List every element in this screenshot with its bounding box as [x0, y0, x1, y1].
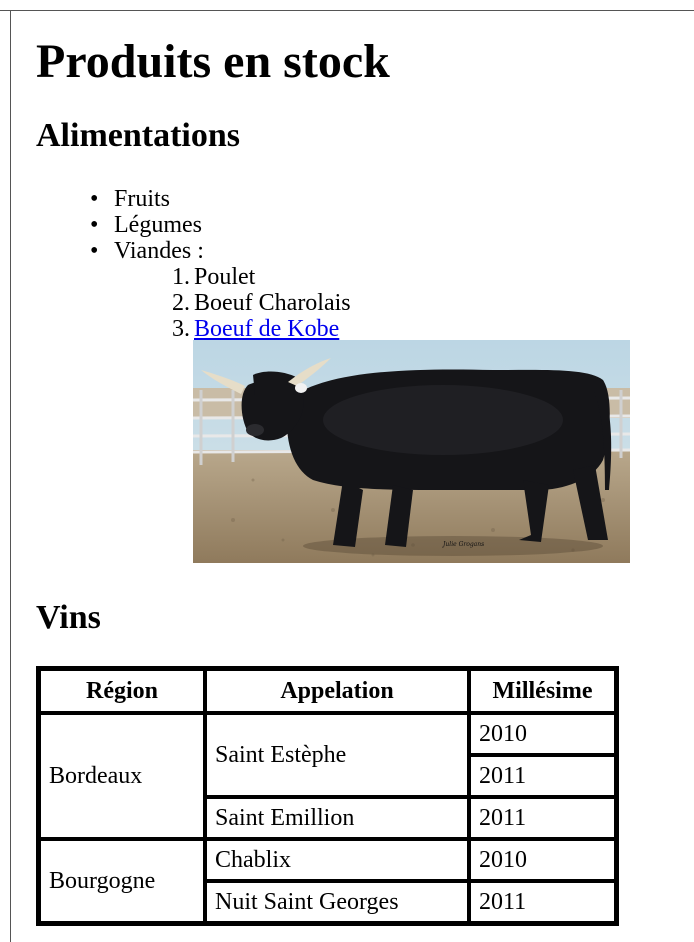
list-item-label: Légumes	[114, 212, 202, 238]
list-item-fruits: Fruits	[90, 186, 351, 212]
list-item-viandes: Viandes : 1.Poulet 2.Boeuf Charolais 3.B…	[90, 238, 351, 342]
bull-illustration: Julie Grogans	[193, 340, 630, 563]
section-title-vins: Vins	[36, 599, 101, 636]
cell-region: Bordeaux	[39, 713, 205, 839]
list-item-label: Viandes :	[114, 238, 204, 264]
cell-appelation: Saint Estèphe	[205, 713, 469, 797]
meat-item-charolais: 2. Boeuf Charolais	[114, 290, 351, 316]
header-millesime: Millésime	[469, 669, 616, 713]
cell-millesime: 2010	[469, 713, 616, 755]
list-item-legumes: Légumes	[90, 212, 351, 238]
page-title: Produits en stock	[36, 35, 390, 88]
meat-list: 1. Poulet 2. Boeuf Charolais 3. Boeuf de Ko…	[114, 264, 351, 342]
header-region: Région	[39, 669, 205, 713]
frame-left-border	[10, 10, 11, 942]
cell-appelation: Nuit Saint Georges	[205, 881, 469, 923]
photo-signature: Julie Grogans	[441, 541, 484, 548]
table-row: Bordeaux Saint Estèphe 2010	[39, 713, 616, 839]
header-appelation: Appelation	[205, 669, 469, 713]
list-number: 2.	[172, 290, 190, 316]
cell-millesime: 2011	[469, 881, 616, 923]
cell-appelation: Chablix	[205, 839, 469, 881]
frame-top-border	[0, 10, 694, 11]
meat-item-kobe: 3. Boeuf de Kobe	[114, 316, 351, 342]
wine-table: Région Appelation Millésime Bordeaux Sai…	[36, 666, 619, 926]
bull-photo: Julie Grogans	[193, 340, 630, 563]
list-item-label: Fruits	[114, 186, 171, 212]
section-title-alimentations: Alimentations	[36, 117, 240, 154]
food-list: Fruits Légumes Viandes : 1.Poulet 2.Boeu…	[90, 186, 351, 342]
cell-millesime: 2010	[469, 839, 616, 881]
table-row: Bourgogne Chablix 2010	[39, 839, 616, 923]
list-number: 1.	[172, 264, 190, 290]
cell-millesime: 2011	[469, 797, 616, 839]
cell-appelation: Saint Emillion	[205, 797, 469, 839]
table-header-row: Région Appelation Millésime	[39, 669, 616, 713]
cell-region: Bourgogne	[39, 839, 205, 923]
list-number: 3.	[172, 316, 190, 342]
kobe-beef-link[interactable]: Boeuf de Kobe	[194, 316, 339, 342]
meat-item-label: Boeuf Charolais	[194, 290, 351, 316]
cell-millesime: 2011	[469, 755, 616, 797]
meat-item-label: Poulet	[194, 264, 256, 290]
meat-item-poulet: 1. Poulet	[114, 264, 351, 290]
